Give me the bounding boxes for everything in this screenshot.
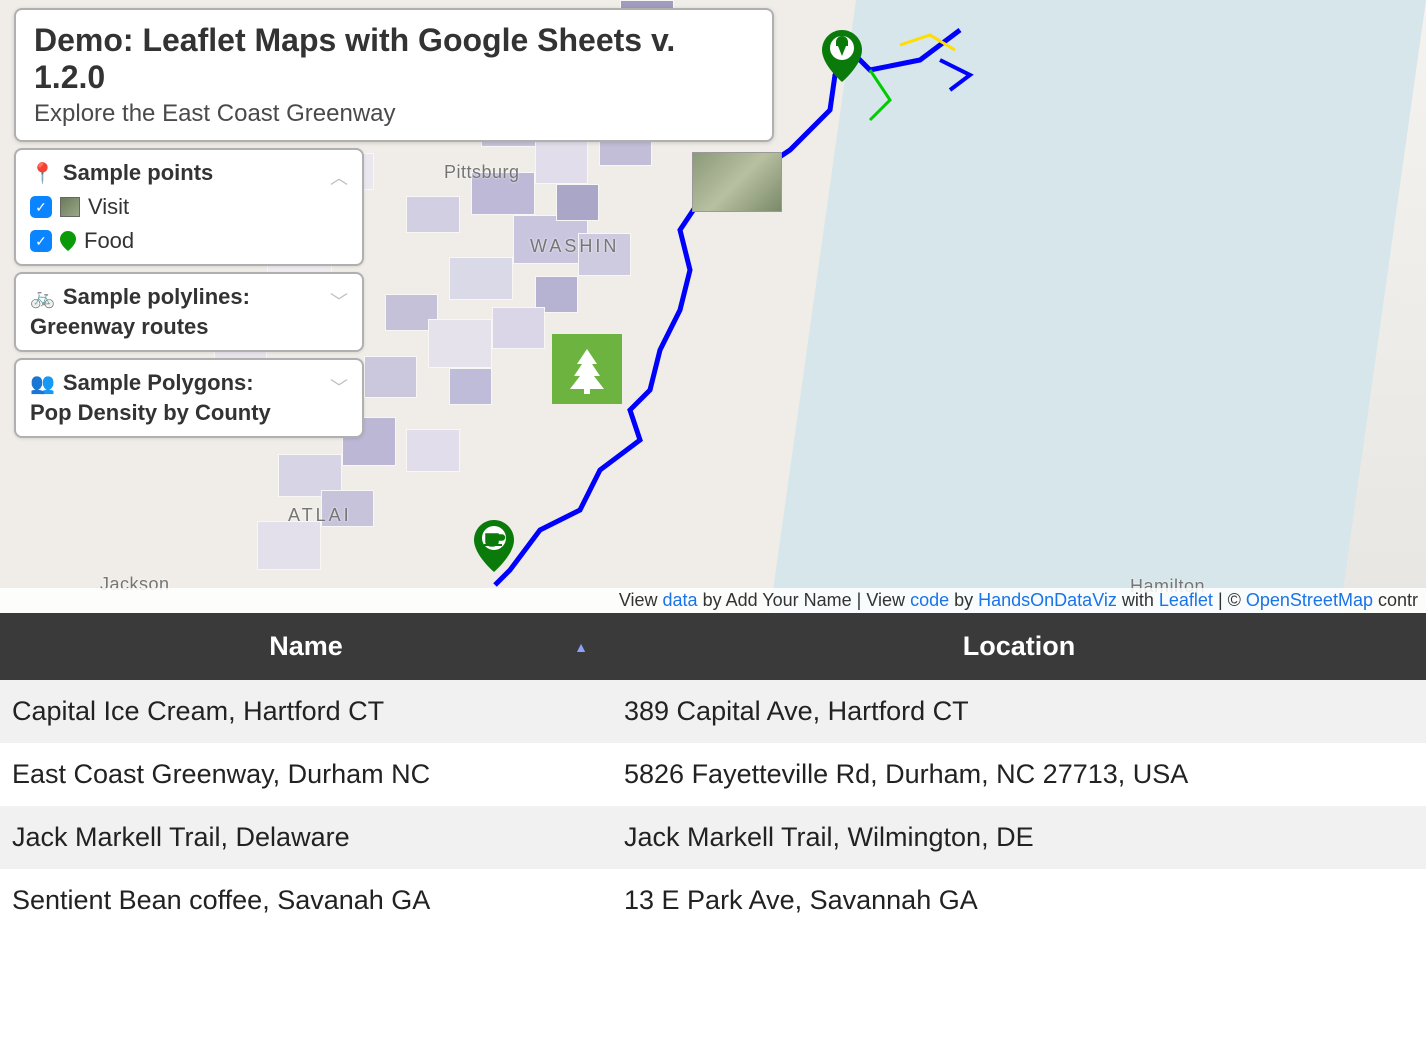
- checkbox-checked-icon[interactable]: ✓: [30, 230, 52, 252]
- page-title: Demo: Leaflet Maps with Google Sheets v.…: [34, 22, 754, 96]
- layer-subtitle: Pop Density by County: [30, 400, 348, 426]
- layer-item-label: Food: [84, 228, 134, 254]
- cell-name: Sentient Bean coffee, Savanah GA: [0, 869, 612, 932]
- layer-title: Sample Polygons:: [63, 370, 254, 396]
- chevron-down-icon: ﹀: [330, 374, 348, 400]
- cell-location: 13 E Park Ave, Savannah GA: [612, 869, 1426, 932]
- food-marker-icon: [60, 231, 76, 251]
- cell-name: East Coast Greenway, Durham NC: [0, 743, 612, 806]
- bicycle-icon: 🚲: [30, 285, 55, 310]
- cell-name: Capital Ice Cream, Hartford CT: [0, 680, 612, 743]
- table-row[interactable]: Capital Ice Cream, Hartford CT 389 Capit…: [0, 680, 1426, 743]
- sort-asc-icon: ▲: [574, 639, 588, 655]
- marker-coffee[interactable]: [474, 520, 514, 572]
- layer-item-visit[interactable]: ✓ Visit: [30, 194, 348, 220]
- map-container[interactable]: Pittsburg WASHIN ATLAI Jackson Hamilton …: [0, 0, 1426, 613]
- marker-thumbnail-image[interactable]: [692, 152, 782, 212]
- leaflet-link[interactable]: Leaflet: [1159, 590, 1213, 610]
- table-row[interactable]: Jack Markell Trail, Delaware Jack Markel…: [0, 806, 1426, 869]
- city-label: Pittsburg: [444, 162, 520, 183]
- data-link[interactable]: data: [663, 590, 698, 610]
- checkbox-checked-icon[interactable]: ✓: [30, 196, 52, 218]
- attribution-bar: View data by Add Your Name | View code b…: [0, 588, 1426, 613]
- org-link[interactable]: HandsOnDataViz: [978, 590, 1117, 610]
- table-row[interactable]: East Coast Greenway, Durham NC 5826 Faye…: [0, 743, 1426, 806]
- marker-tree[interactable]: [552, 334, 622, 404]
- page-subtitle: Explore the East Coast Greenway: [34, 100, 754, 128]
- cell-location: 389 Capital Ave, Hartford CT: [612, 680, 1426, 743]
- osm-link[interactable]: OpenStreetMap: [1246, 590, 1373, 610]
- people-icon: 👥: [30, 371, 55, 396]
- layer-item-food[interactable]: ✓ Food: [30, 228, 348, 254]
- cell-name: Jack Markell Trail, Delaware: [0, 806, 612, 869]
- table-row[interactable]: Sentient Bean coffee, Savanah GA 13 E Pa…: [0, 869, 1426, 932]
- cell-location: 5826 Fayetteville Rd, Durham, NC 27713, …: [612, 743, 1426, 806]
- layer-item-label: Visit: [88, 194, 129, 220]
- layer-section-points[interactable]: ︿ 📍 Sample points ✓ Visit ✓ Food: [14, 148, 364, 266]
- chevron-down-icon: ﹀: [330, 288, 348, 314]
- visit-marker-icon: [60, 197, 80, 217]
- city-label: ATLAI: [288, 505, 352, 526]
- layer-section-polylines[interactable]: ﹀ 🚲 Sample polylines: Greenway routes: [14, 272, 364, 352]
- cell-location: Jack Markell Trail, Wilmington, DE: [612, 806, 1426, 869]
- marker-ice-cream[interactable]: [822, 30, 862, 82]
- layer-subtitle: Greenway routes: [30, 314, 348, 340]
- pin-icon: 📍: [30, 161, 55, 186]
- column-header-name[interactable]: Name▲: [0, 613, 612, 680]
- layer-section-polygons[interactable]: ﹀ 👥 Sample Polygons: Pop Density by Coun…: [14, 358, 364, 438]
- title-panel: Demo: Leaflet Maps with Google Sheets v.…: [14, 8, 774, 142]
- city-label: WASHIN: [530, 236, 619, 257]
- chevron-up-icon: ︿: [330, 164, 348, 190]
- column-header-location[interactable]: Location: [612, 613, 1426, 680]
- layers-panel: ︿ 📍 Sample points ✓ Visit ✓ Food ﹀: [14, 148, 364, 444]
- data-table: Name▲ Location Capital Ice Cream, Hartfo…: [0, 613, 1426, 932]
- layer-title: Sample polylines:: [63, 284, 250, 310]
- code-link[interactable]: code: [910, 590, 949, 610]
- layer-title: Sample points: [63, 160, 213, 186]
